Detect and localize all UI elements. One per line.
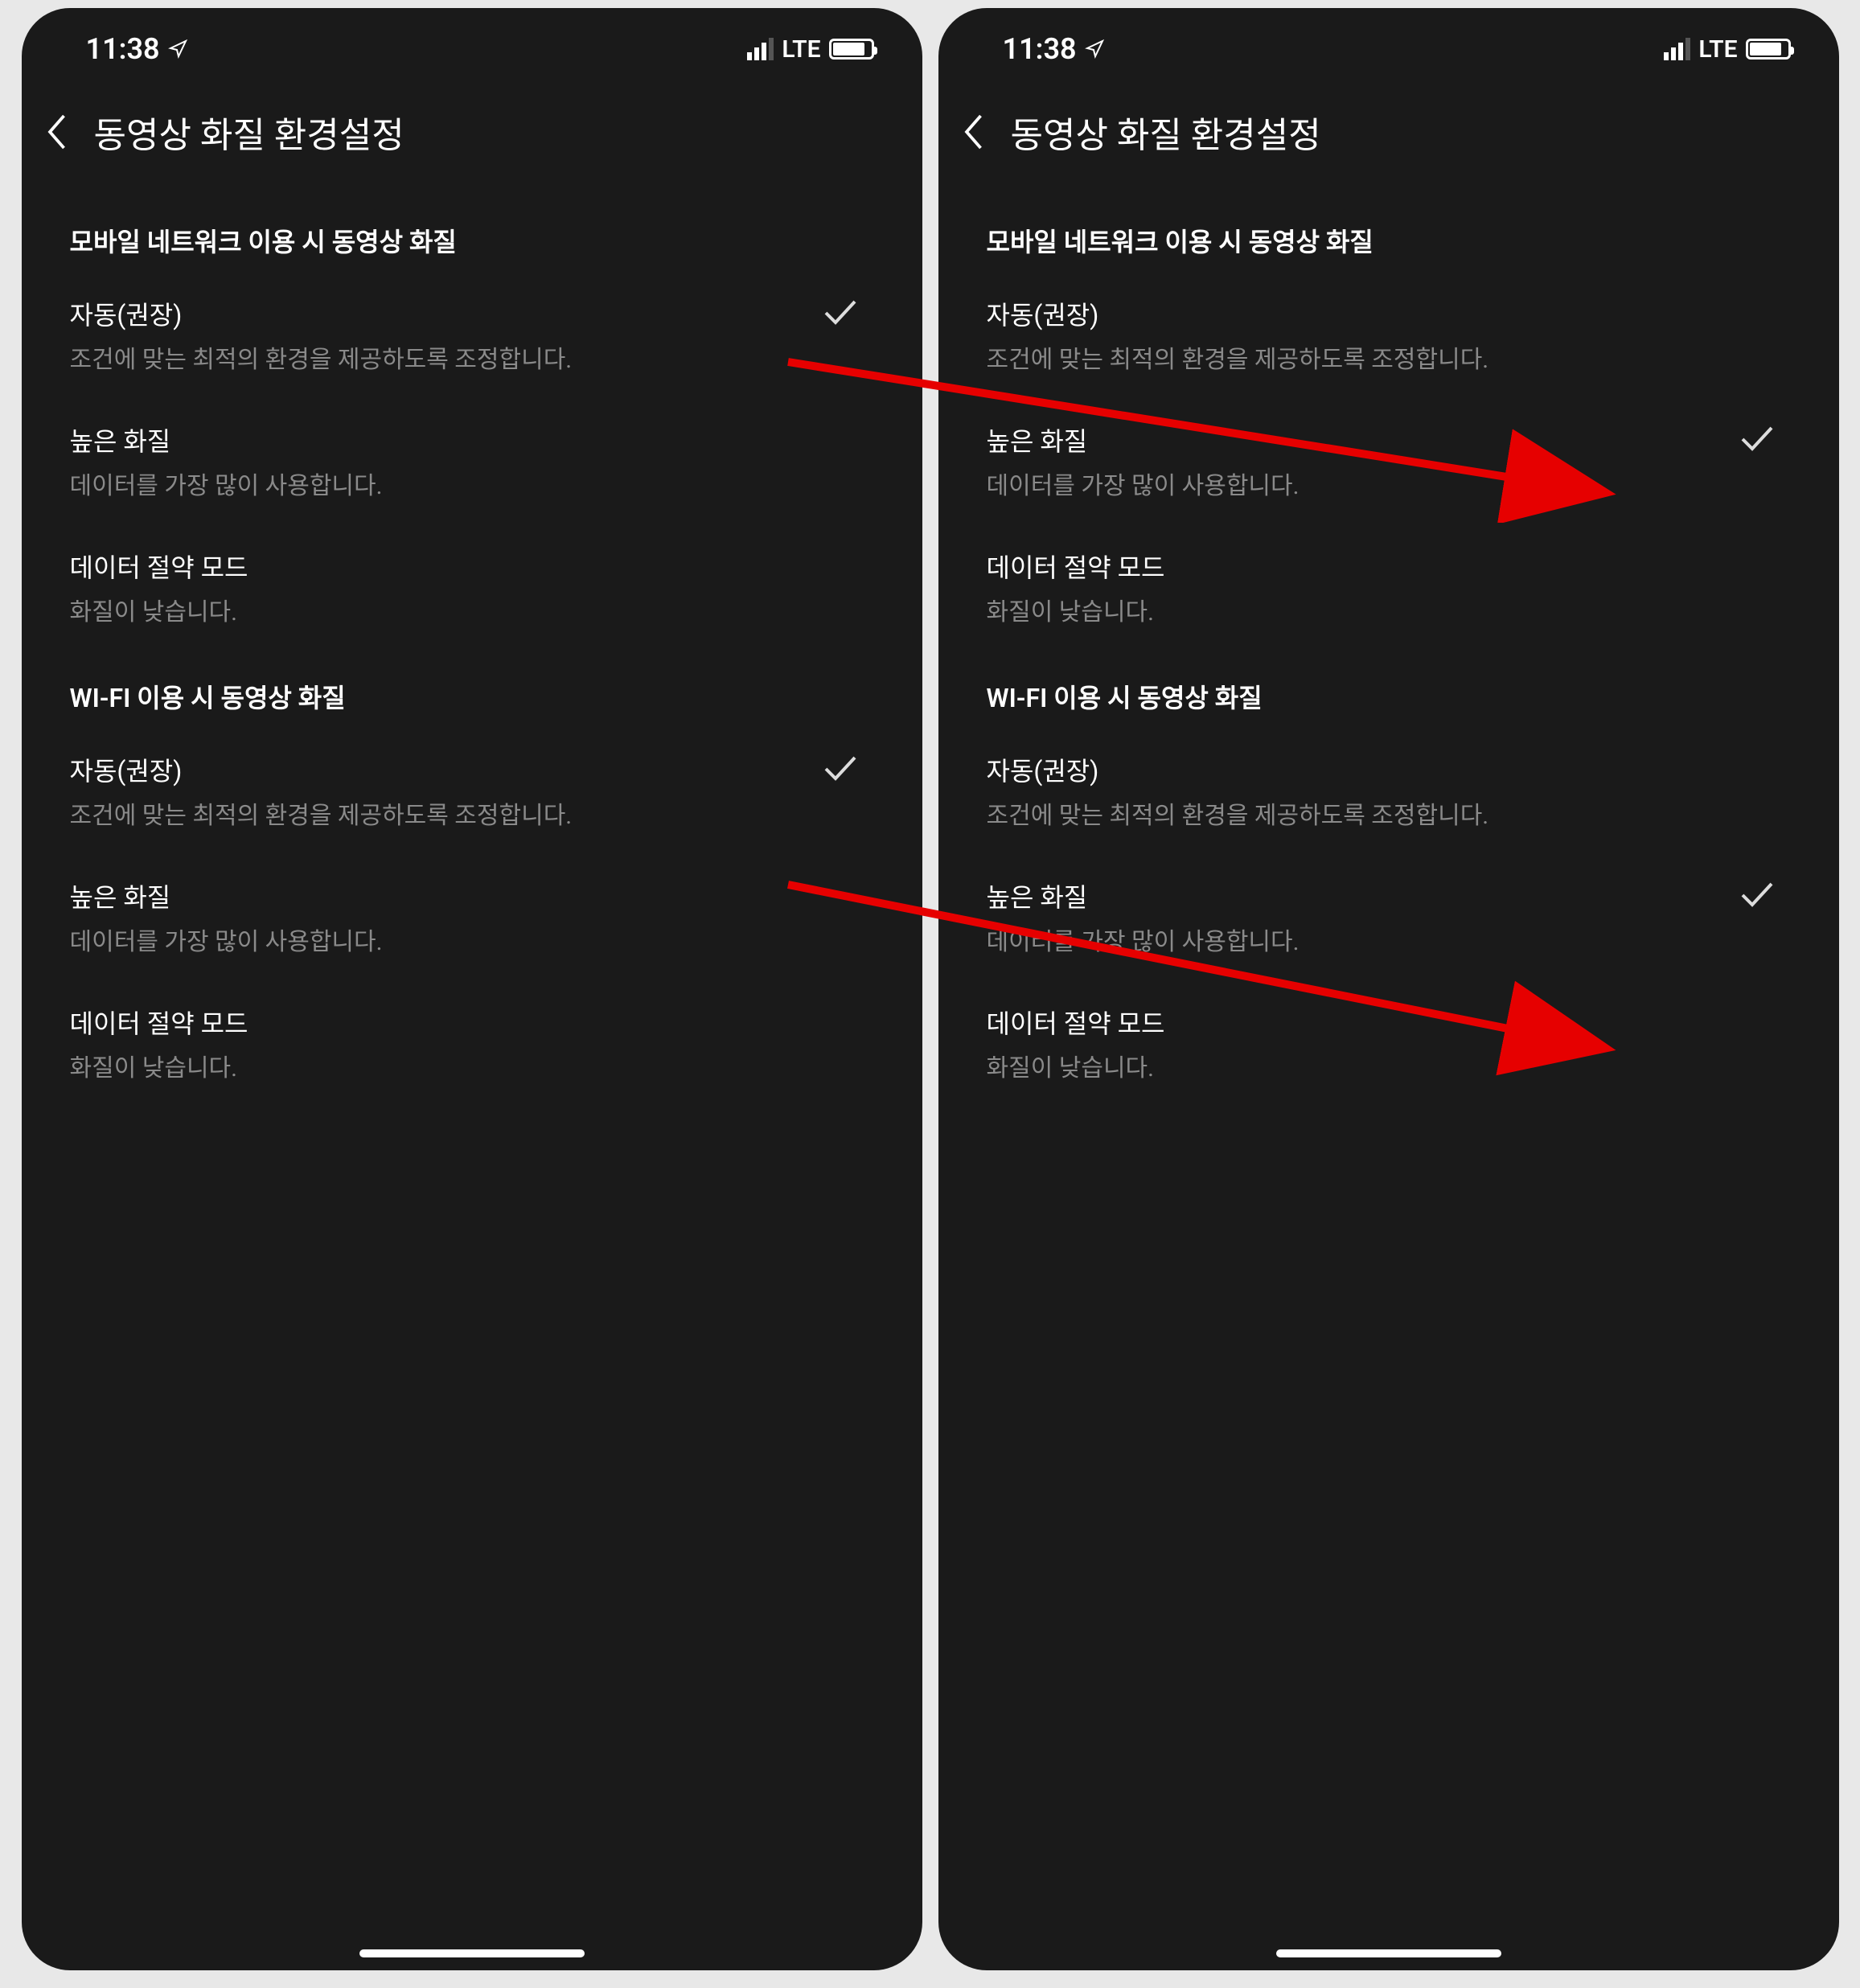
page-title: 동영상 화질 환경설정 [1011, 106, 1321, 158]
battery-icon [829, 39, 874, 60]
option-title: 높은 화질 [70, 877, 874, 914]
option-wifi-saver[interactable]: 데이터 절약 모드 화질이 낮습니다. [938, 984, 1839, 1110]
section-wifi-header: WI-FI 이용 시 동영상 화질 [22, 654, 922, 731]
option-desc: 조건에 맞는 최적의 환경을 제공하도록 조정합니다. [70, 799, 823, 833]
option-desc: 화질이 낮습니다. [70, 596, 874, 630]
section-wifi-header: WI-FI 이용 시 동영상 화질 [938, 654, 1839, 731]
page-title: 동영상 화질 환경설정 [94, 106, 404, 158]
option-mobile-high[interactable]: 높은 화질 데이터를 가장 많이 사용합니다. [938, 401, 1839, 528]
status-bar: 11:38 LTE [938, 8, 1839, 82]
option-desc: 데이터를 가장 많이 사용합니다. [987, 926, 1739, 959]
home-indicator[interactable] [359, 1949, 585, 1957]
option-wifi-auto[interactable]: 자동(권장) 조건에 맞는 최적의 환경을 제공하도록 조정합니다. [22, 731, 922, 857]
section-mobile-header: 모바일 네트워크 이용 시 동영상 화질 [22, 198, 922, 275]
option-title: 데이터 절약 모드 [70, 1004, 874, 1041]
checkmark-icon [1739, 425, 1775, 452]
back-icon[interactable] [46, 112, 70, 152]
checkmark-icon [823, 298, 858, 326]
option-title: 데이터 절약 모드 [987, 1004, 1791, 1041]
status-left: 11:38 [86, 32, 187, 66]
status-time: 11:38 [1003, 32, 1077, 66]
option-title: 데이터 절약 모드 [70, 548, 874, 585]
option-title: 높은 화질 [70, 421, 874, 458]
status-right: LTE [747, 35, 873, 64]
option-mobile-saver[interactable]: 데이터 절약 모드 화질이 낮습니다. [22, 528, 922, 654]
signal-icon [747, 38, 774, 60]
option-desc: 데이터를 가장 많이 사용합니다. [70, 926, 874, 959]
option-wifi-high[interactable]: 높은 화질 데이터를 가장 많이 사용합니다. [938, 857, 1839, 984]
option-title: 자동(권장) [987, 295, 1791, 332]
option-title: 높은 화질 [987, 421, 1739, 458]
checkmark-icon [1739, 881, 1775, 908]
phone-screen-left: 11:38 LTE 동영상 화질 환경설정 모바일 네트워크 이용 시 동영상 … [22, 8, 922, 1970]
option-wifi-auto[interactable]: 자동(권장) 조건에 맞는 최적의 환경을 제공하도록 조정합니다. [938, 731, 1839, 857]
network-label: LTE [782, 35, 820, 64]
option-mobile-auto[interactable]: 자동(권장) 조건에 맞는 최적의 환경을 제공하도록 조정합니다. [22, 275, 922, 401]
status-right: LTE [1664, 35, 1790, 64]
status-bar: 11:38 LTE [22, 8, 922, 82]
phone-screen-right: 11:38 LTE 동영상 화질 환경설정 모바일 네트워크 이용 시 동영상 … [938, 8, 1839, 1970]
option-desc: 조건에 맞는 최적의 환경을 제공하도록 조정합니다. [987, 343, 1791, 377]
option-title: 자동(권장) [70, 295, 823, 332]
option-desc: 화질이 낮습니다. [987, 596, 1791, 630]
back-icon[interactable] [963, 112, 987, 152]
checkmark-icon [823, 754, 858, 782]
option-mobile-saver[interactable]: 데이터 절약 모드 화질이 낮습니다. [938, 528, 1839, 654]
status-time: 11:38 [86, 32, 160, 66]
option-desc: 화질이 낮습니다. [987, 1052, 1791, 1086]
option-wifi-high[interactable]: 높은 화질 데이터를 가장 많이 사용합니다. [22, 857, 922, 984]
location-icon [1085, 39, 1104, 59]
option-desc: 데이터를 가장 많이 사용합니다. [987, 470, 1739, 503]
page-header: 동영상 화질 환경설정 [22, 82, 922, 198]
page-header: 동영상 화질 환경설정 [938, 82, 1839, 198]
option-desc: 화질이 낮습니다. [70, 1052, 874, 1086]
home-indicator[interactable] [1276, 1949, 1501, 1957]
battery-icon [1746, 39, 1791, 60]
option-desc: 조건에 맞는 최적의 환경을 제공하도록 조정합니다. [987, 799, 1791, 833]
section-mobile-header: 모바일 네트워크 이용 시 동영상 화질 [938, 198, 1839, 275]
option-title: 자동(권장) [70, 751, 823, 788]
option-title: 자동(권장) [987, 751, 1791, 788]
signal-icon [1664, 38, 1690, 60]
option-title: 데이터 절약 모드 [987, 548, 1791, 585]
option-wifi-saver[interactable]: 데이터 절약 모드 화질이 낮습니다. [22, 984, 922, 1110]
option-desc: 데이터를 가장 많이 사용합니다. [70, 470, 874, 503]
status-left: 11:38 [1003, 32, 1104, 66]
option-mobile-auto[interactable]: 자동(권장) 조건에 맞는 최적의 환경을 제공하도록 조정합니다. [938, 275, 1839, 401]
option-desc: 조건에 맞는 최적의 환경을 제공하도록 조정합니다. [70, 343, 823, 377]
network-label: LTE [1698, 35, 1737, 64]
location-icon [168, 39, 187, 59]
option-mobile-high[interactable]: 높은 화질 데이터를 가장 많이 사용합니다. [22, 401, 922, 528]
option-title: 높은 화질 [987, 877, 1739, 914]
